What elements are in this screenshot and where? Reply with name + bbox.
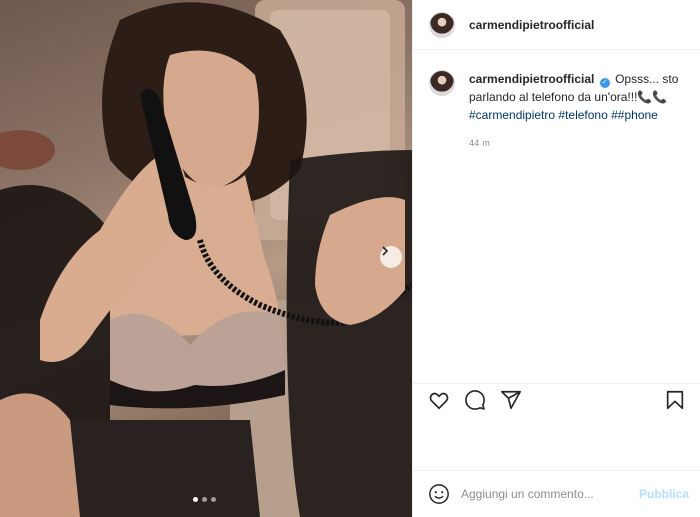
verified-badge-icon: ✓ [599,78,610,88]
photo-illustration [0,0,412,517]
caption-username[interactable]: carmendipietroofficial [469,72,594,86]
hashtag-link[interactable]: #carmendipietro [469,108,555,122]
caption-avatar[interactable] [429,70,455,96]
add-comment-bar: Pubblica [413,470,700,517]
comment-input[interactable] [461,487,639,501]
post-header: carmendipietroofficial [413,0,700,50]
heart-icon[interactable] [427,388,451,412]
caption-comment: carmendipietroofficial ✓ Opsss... sto pa… [413,50,700,152]
carousel-dot [193,497,198,502]
telephone-emoji-icon: 📞📞 [637,90,668,104]
author-username[interactable]: carmendipietroofficial [469,18,594,32]
chevron-right-icon [382,246,389,256]
caption-body: carmendipietroofficial ✓ Opsss... sto pa… [469,70,684,152]
author-avatar[interactable] [429,11,455,38]
hashtag-link[interactable]: #telefono [558,108,607,122]
comment-icon[interactable] [463,388,487,412]
post-side-panel: carmendipietroofficial carmendipietrooff… [412,0,700,517]
carousel-next-button[interactable] [380,246,402,268]
carousel-dot [202,497,207,502]
action-bar [413,383,700,415]
post-photo[interactable] [0,0,412,517]
caption-timestamp[interactable]: 44 m [469,134,684,152]
hashtag-link[interactable]: ##phone [611,108,658,122]
share-icon[interactable] [499,388,523,412]
publish-button[interactable]: Pubblica [639,487,689,501]
bookmark-icon[interactable] [663,388,687,412]
carousel-dots [193,497,216,502]
carousel-dot [211,497,216,502]
emoji-icon[interactable] [427,482,451,506]
